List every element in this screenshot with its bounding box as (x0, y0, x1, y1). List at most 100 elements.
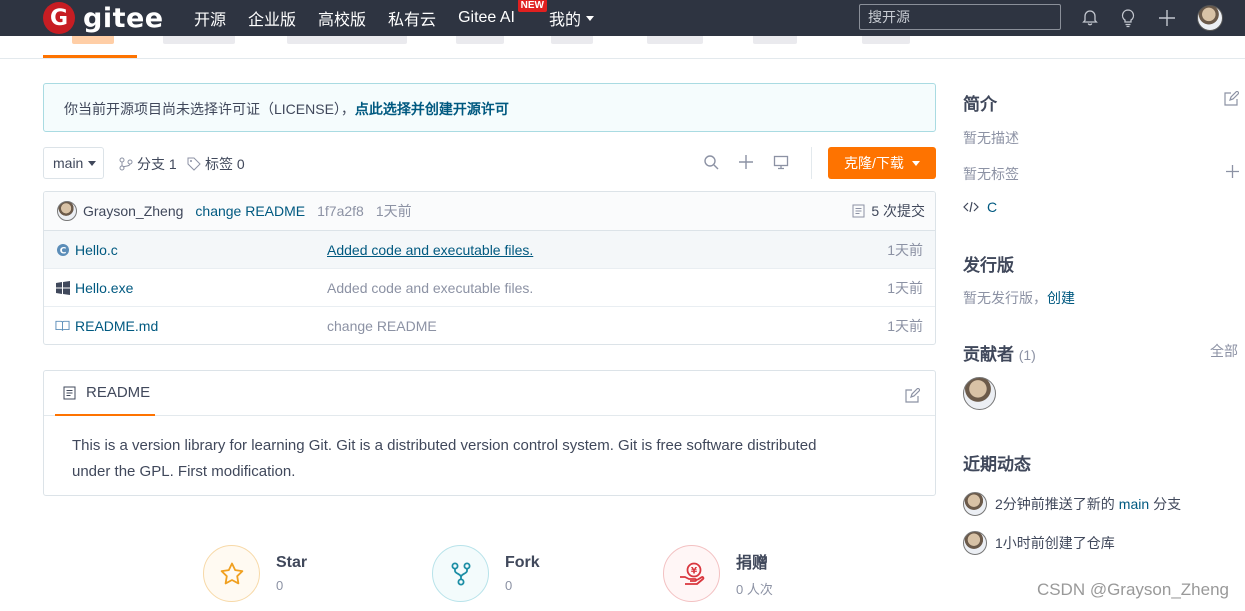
bulb-icon[interactable] (1115, 5, 1141, 31)
commit-author-avatar[interactable] (57, 201, 77, 221)
tab-wiki[interactable] (456, 36, 504, 44)
branch-icon (119, 157, 133, 171)
chevron-down-icon (911, 160, 920, 166)
new-badge: NEW (517, 0, 547, 12)
donate-button[interactable]: ¥ 捐赠 0 人次 (663, 545, 773, 602)
branch-select-value: main (53, 155, 84, 171)
csdn-watermark: CSDN @Grayson_Zheng (1036, 580, 1229, 599)
create-release-link[interactable]: 创建 (1047, 290, 1075, 306)
c-file-icon: C (55, 242, 70, 257)
fork-label: Fork (505, 554, 540, 571)
svg-text:C: C (59, 246, 66, 256)
file-row[interactable]: Hello.exe Added code and executable file… (44, 269, 935, 307)
chevron-down-icon (586, 15, 594, 21)
activity-text-suffix: 分支 (1153, 496, 1182, 512)
file-time: 1天前 (887, 241, 923, 258)
branches-count: 分支 1 (137, 156, 177, 172)
donate-count: 0 人次 (736, 582, 773, 597)
top-navbar: G gitee 开源 企业版 高校版 私有云 Gitee AI NEW 我的 (0, 0, 1245, 36)
activity-item: 2分钟前推送了新的 main 分支 (963, 492, 1181, 516)
nav-education[interactable]: 高校版 (318, 6, 366, 30)
nav-gitee-ai-label: Gitee AI (458, 9, 515, 26)
commit-count-link[interactable]: 5 次提交 (852, 201, 925, 221)
no-description: 暂无描述 (963, 130, 1019, 146)
activity-text: 2分钟前推送了新的 (995, 496, 1115, 512)
branches-link[interactable]: 分支 1 (119, 154, 177, 174)
nav-gitee-ai[interactable]: Gitee AI NEW (458, 0, 547, 27)
contributors-all-link[interactable]: 全部 (1210, 341, 1238, 361)
donate-icon: ¥ (663, 545, 720, 602)
license-create-link[interactable]: 点此选择并创建开源许可 (355, 101, 509, 117)
edit-readme-icon[interactable] (905, 387, 921, 406)
activity-item: 1小时前创建了仓库 (963, 531, 1115, 555)
language-item[interactable]: C (963, 199, 997, 215)
gitee-logo[interactable]: G gitee (43, 2, 164, 34)
language-label: C (987, 199, 998, 215)
activity-avatar[interactable] (963, 531, 987, 555)
readme-panel: README This is a version library for lea… (43, 370, 936, 496)
add-tag-icon[interactable] (1226, 165, 1239, 181)
nav-enterprise[interactable]: 企业版 (248, 6, 296, 30)
tab-pipeline[interactable] (647, 36, 703, 44)
tags-count: 标签 0 (205, 156, 245, 172)
commit-message[interactable]: change README (195, 203, 305, 219)
commit-count: 5 次提交 (871, 203, 925, 219)
chevron-down-icon (88, 160, 97, 166)
no-release: 暂无发行版， (963, 290, 1047, 306)
search-input[interactable] (859, 4, 1061, 30)
bell-icon[interactable] (1077, 5, 1103, 31)
file-name[interactable]: Hello.c (75, 242, 118, 258)
file-commit-message[interactable]: Added code and executable files. (327, 242, 533, 258)
star-icon (203, 545, 260, 602)
star-button[interactable]: Star 0 (203, 545, 307, 602)
contributors-title: 贡献者 (1) (963, 340, 1036, 365)
nav-private-cloud[interactable]: 私有云 (388, 6, 436, 30)
nav-mine[interactable]: 我的 (549, 6, 594, 30)
activity-avatar[interactable] (963, 492, 987, 516)
file-time: 1天前 (887, 279, 923, 296)
activity-text: 1小时前创建了仓库 (995, 535, 1115, 551)
readme-tab[interactable]: README (55, 371, 155, 416)
release-title: 发行版 (963, 256, 1014, 275)
file-commit-message[interactable]: change README (327, 318, 437, 334)
tab-issues[interactable] (163, 36, 235, 44)
star-label: Star (276, 554, 308, 571)
nav-opensource[interactable]: 开源 (194, 6, 226, 30)
commit-author[interactable]: Grayson_Zheng (83, 203, 183, 219)
file-list: Grayson_Zheng change README 1f7a2f8 1天前 … (43, 191, 936, 345)
nav-mine-label: 我的 (548, 12, 581, 29)
add-file-icon[interactable] (737, 153, 755, 171)
readme-line: under the GPL. First modification. (72, 463, 296, 480)
file-row[interactable]: README.md change README 1天前 (44, 307, 935, 344)
user-avatar[interactable] (1197, 5, 1223, 31)
file-name[interactable]: README.md (75, 318, 158, 334)
search-file-icon[interactable] (702, 153, 720, 171)
toolbar-divider (811, 147, 812, 179)
activity-title: 近期动态 (963, 455, 1031, 474)
branch-select[interactable]: main (43, 147, 104, 179)
svg-text:¥: ¥ (690, 566, 697, 576)
gitee-logo-text: gitee (83, 2, 164, 34)
windows-icon (55, 280, 70, 295)
file-commit-message[interactable]: Added code and executable files. (327, 280, 533, 296)
contributor-avatar[interactable] (963, 377, 996, 410)
tab-pull-requests[interactable] (287, 36, 407, 44)
web-ide-icon[interactable] (772, 153, 790, 171)
tab-stats[interactable] (551, 36, 593, 44)
file-row[interactable]: C Hello.c Added code and executable file… (44, 231, 935, 269)
activity-branch-link[interactable]: main (1119, 496, 1149, 512)
no-tags: 暂无标签 (963, 166, 1019, 182)
plus-icon[interactable] (1154, 5, 1180, 31)
tags-link[interactable]: 标签 0 (187, 154, 245, 174)
license-banner-text: 你当前开源项目尚未选择许可证（LICENSE）， (64, 101, 355, 117)
fork-icon (432, 545, 489, 602)
edit-intro-icon[interactable] (1224, 90, 1240, 109)
commit-hash[interactable]: 1f7a2f8 (317, 203, 364, 219)
file-name[interactable]: Hello.exe (75, 280, 133, 296)
tab-services[interactable] (753, 36, 797, 44)
tab-code[interactable] (72, 36, 114, 44)
clone-download-button[interactable]: 克隆/下载 (828, 147, 936, 179)
tab-manage[interactable] (862, 36, 910, 44)
license-banner: 你当前开源项目尚未选择许可证（LICENSE），点此选择并创建开源许可 (43, 83, 936, 132)
fork-button[interactable]: Fork 0 (432, 545, 540, 602)
